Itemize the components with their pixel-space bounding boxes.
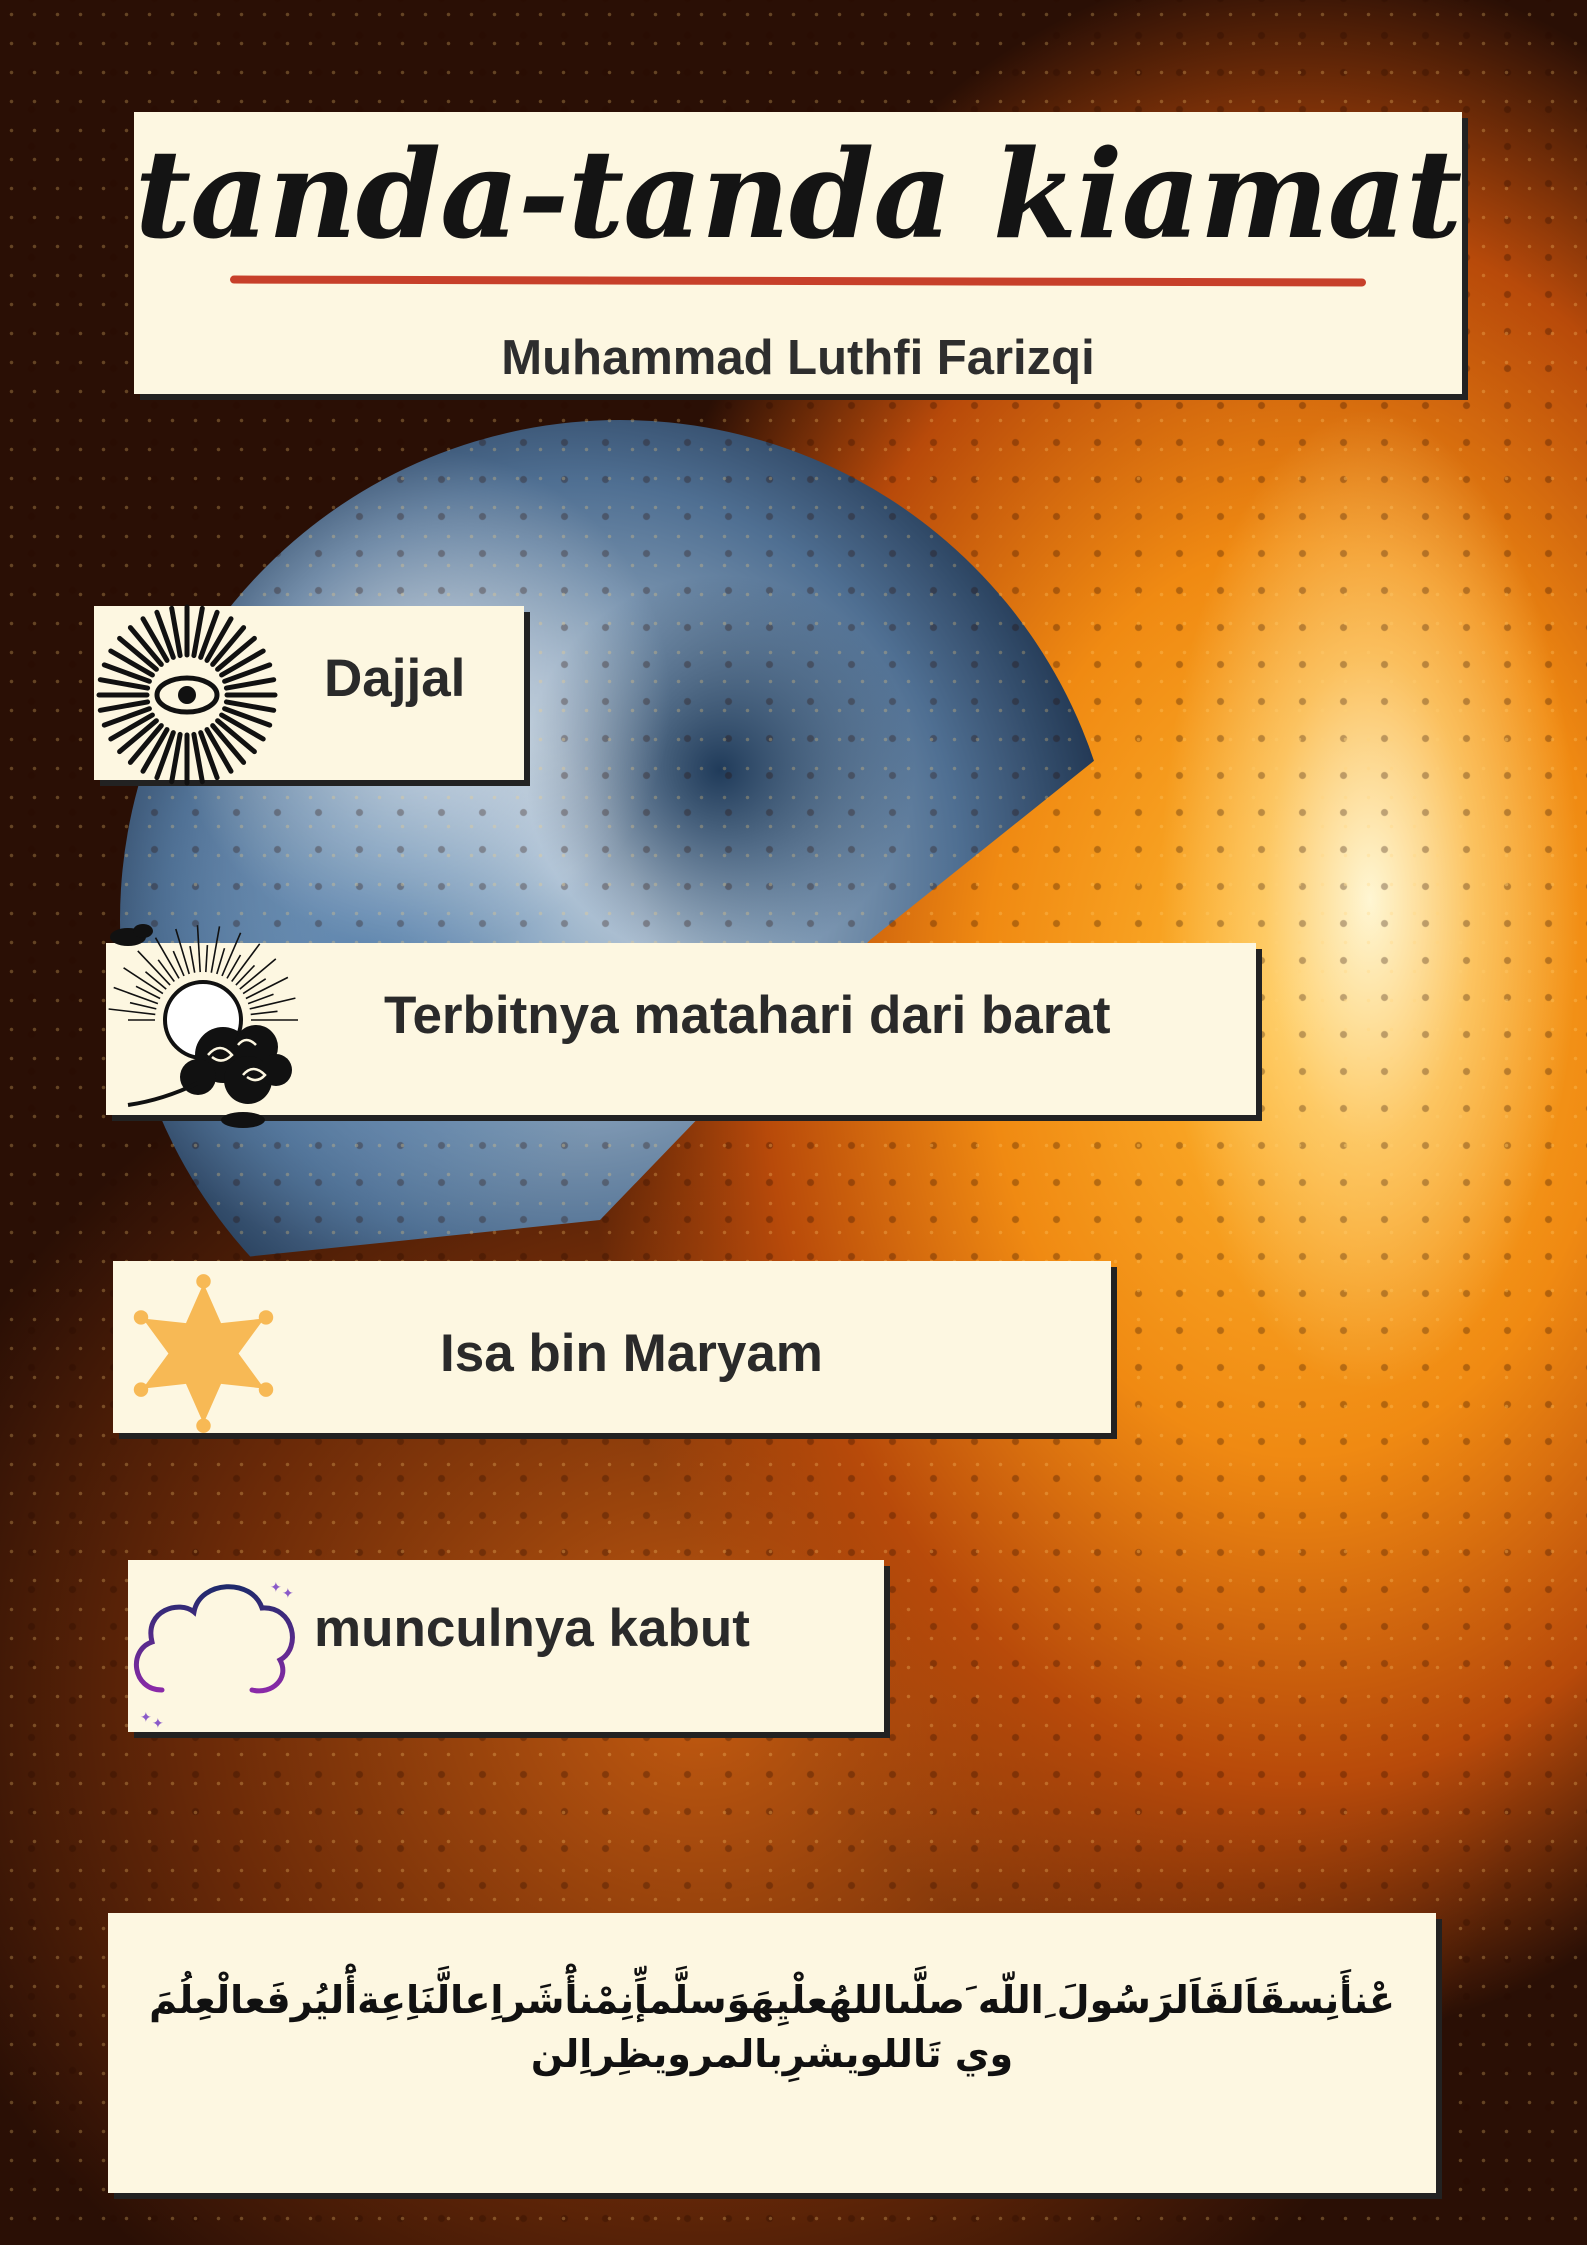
star-badge-icon <box>121 1271 286 1436</box>
sun-clouds-icon <box>88 905 318 1135</box>
item-card-dajjal: Dajjal <box>94 604 524 786</box>
item-card-isa: Isa bin Maryam <box>113 1261 1111 1433</box>
svg-text:✦: ✦ <box>282 1586 294 1602</box>
item-card-sun: Terbitnya matahari dari barat <box>106 924 1256 1128</box>
hadith-line-1: عْنأَنِسقَاَلقَاَلرَسُولَ ِاللّه َصلَّىا… <box>149 1978 1395 2022</box>
hadith-line-2: وي تَاللويشرِبالمرويظِراِلن <box>530 2032 1014 2076</box>
cloud-rain-icon: ✦ ✦ ✦ ✦ <box>122 1550 312 1750</box>
svg-text:✦: ✦ <box>270 1580 282 1596</box>
title-card: tanda-tanda kiamat Muhammad Luthfi Fariz… <box>134 112 1462 394</box>
item-label-kabut: munculnya kabut <box>314 1599 750 1658</box>
svg-text:✦: ✦ <box>140 1710 152 1726</box>
item-label-isa: Isa bin Maryam <box>440 1324 823 1383</box>
title-underline <box>229 275 1367 287</box>
eye-rays-icon <box>92 600 282 790</box>
item-label-sun: Terbitnya matahari dari barat <box>384 986 1111 1045</box>
hadith-text: عْنأَنِسقَاَلقَاَلرَسُولَ ِاللّه َصلَّىا… <box>128 1973 1416 2081</box>
page-title: tanda-tanda kiamat <box>134 122 1462 266</box>
author-name: Muhammad Luthfi Farizqi <box>501 331 1095 385</box>
hadith-card: عْنأَنِسقَاَلقَاَلرَسُولَ ِاللّه َصلَّىا… <box>108 1913 1436 2193</box>
item-card-kabut: ✦ ✦ ✦ ✦ munculnya kabut <box>128 1560 884 1743</box>
svg-text:✦: ✦ <box>152 1716 164 1732</box>
item-label-dajjal: Dajjal <box>324 649 466 708</box>
